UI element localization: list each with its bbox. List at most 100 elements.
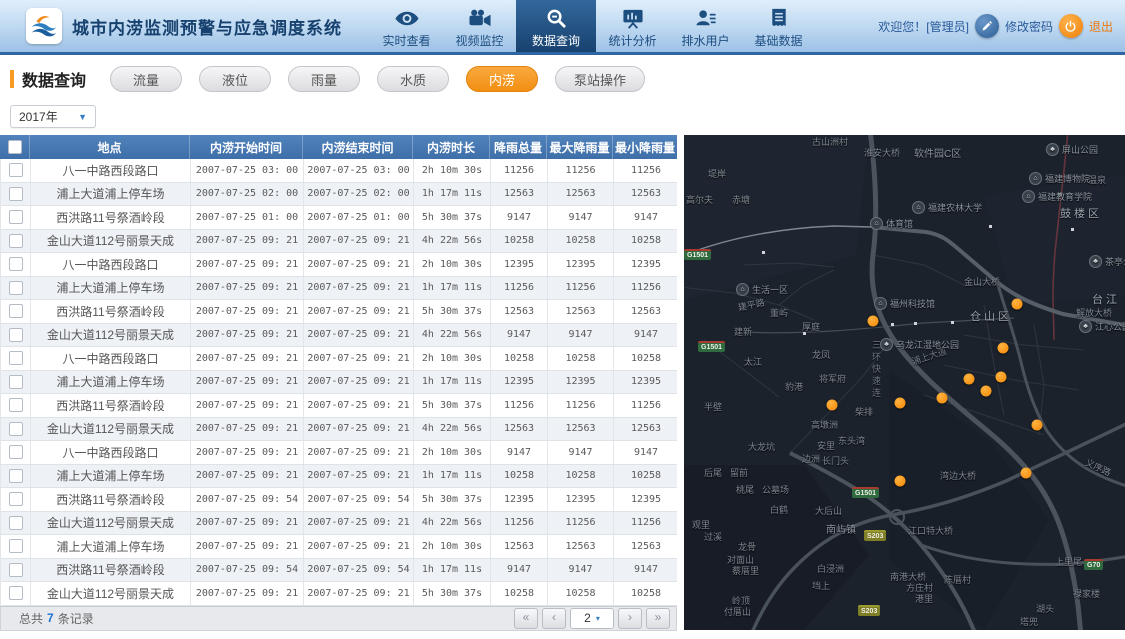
table-row[interactable]: 浦上大道浦上停车场 2007-07-25 09: 21 2007-07-25 0… (1, 464, 677, 488)
row-checkbox[interactable] (8, 210, 23, 225)
flood-point-marker[interactable] (936, 392, 948, 404)
cell-rain-min: 11256 (630, 517, 662, 529)
tab-rainfall[interactable]: 雨量 (288, 66, 361, 92)
map-place-label: 留前 (730, 468, 749, 478)
tab-water-quality[interactable]: 水质 (377, 66, 450, 92)
cell-start-time: 2007-07-25 02: 00 (191, 182, 304, 205)
table-row[interactable]: 金山大道112号丽景天成 2007-07-25 09: 21 2007-07-2… (1, 229, 677, 253)
map-panel[interactable]: 古山洲村 淮安大桥 软件园C区 堤岸 温泉 高尔夫 赤塘 鼓楼区 金山大桥 台江 解放大桥 建平路 董屿… (684, 135, 1125, 630)
nav-item-realtime[interactable]: 实时查看 (370, 0, 443, 52)
table-row[interactable]: 八一中路西段路口 2007-07-25 09: 21 2007-07-25 09… (1, 441, 677, 465)
flood-point-marker[interactable] (980, 385, 992, 397)
table-row[interactable]: 金山大道112号丽景天成 2007-07-25 09: 21 2007-07-2… (1, 582, 677, 606)
cell-rain-max: 12395 (548, 488, 614, 511)
tab-level[interactable]: 液位 (199, 66, 272, 92)
table-row[interactable]: 西洪路11号祭酒岭段 2007-07-25 09: 54 2007-07-25 … (1, 488, 677, 512)
cell-location: 金山大道112号丽景天成 (31, 323, 191, 346)
row-checkbox[interactable] (8, 398, 23, 413)
flood-point-marker[interactable] (1020, 467, 1032, 479)
row-checkbox[interactable] (8, 539, 23, 554)
row-checkbox[interactable] (8, 304, 23, 319)
map-place-label: 堤岸 (708, 169, 727, 179)
change-password-link[interactable]: 修改密码 (1005, 18, 1053, 35)
table-row[interactable]: 浦上大道浦上停车场 2007-07-25 09: 21 2007-07-25 0… (1, 370, 677, 394)
tab-pump-station[interactable]: 泵站操作 (555, 66, 646, 92)
cell-rain-total: 12563 (491, 300, 548, 323)
row-checkbox[interactable] (8, 492, 23, 507)
nav-label: 排水用户 (681, 33, 730, 48)
flood-point-marker[interactable] (1011, 298, 1023, 310)
row-checkbox[interactable] (8, 163, 23, 178)
flood-point-marker[interactable] (995, 371, 1007, 383)
flood-point-marker[interactable] (894, 475, 906, 487)
cell-duration: 1h 17m 11s (414, 276, 491, 299)
table-row[interactable]: 金山大道112号丽景天成 2007-07-25 09: 21 2007-07-2… (1, 323, 677, 347)
next-page-button[interactable]: › (618, 607, 642, 629)
select-all-checkbox[interactable] (7, 140, 22, 154)
table-row[interactable]: 西洪路11号祭酒岭段 2007-07-25 09: 54 2007-07-25 … (1, 558, 677, 582)
flood-point-marker[interactable] (867, 315, 879, 327)
row-checkbox[interactable] (8, 468, 23, 483)
cell-end-time: 2007-07-25 09: 21 (304, 582, 414, 605)
row-checkbox[interactable] (8, 280, 23, 295)
cell-rain-min: 10258 (630, 587, 662, 599)
last-page-button[interactable]: » (646, 607, 670, 629)
cell-end-time: 2007-07-25 09: 21 (304, 511, 414, 534)
cell-duration: 2h 10m 30s (414, 253, 491, 276)
row-checkbox[interactable] (8, 327, 23, 342)
row-checkbox[interactable] (8, 562, 23, 577)
table-row[interactable]: 八一中路西段路口 2007-07-25 09: 21 2007-07-25 09… (1, 253, 677, 277)
row-checkbox[interactable] (8, 257, 23, 272)
nav-item-video[interactable]: 视频监控 (443, 0, 516, 52)
row-checkbox[interactable] (8, 421, 23, 436)
row-checkbox[interactable] (8, 351, 23, 366)
nav-item-base-data[interactable]: 基础数据 (742, 0, 815, 52)
row-checkbox[interactable] (8, 445, 23, 460)
table-row[interactable]: 浦上大道浦上停车场 2007-07-25 09: 21 2007-07-25 0… (1, 535, 677, 559)
row-checkbox[interactable] (8, 233, 23, 248)
first-page-button[interactable]: « (514, 607, 538, 629)
prev-page-button[interactable]: ‹ (542, 607, 566, 629)
table-row[interactable]: 西洪路11号祭酒岭段 2007-07-25 01: 00 2007-07-25 … (1, 206, 677, 230)
table-row[interactable]: 金山大道112号丽景天成 2007-07-25 09: 21 2007-07-2… (1, 417, 677, 441)
cell-start-time: 2007-07-25 09: 21 (191, 394, 304, 417)
table-row[interactable]: 西洪路11号祭酒岭段 2007-07-25 09: 21 2007-07-25 … (1, 394, 677, 418)
nav-item-data-query[interactable]: 数据查询 (516, 0, 596, 52)
tab-flow[interactable]: 流量 (110, 66, 183, 92)
flood-point-marker[interactable] (826, 399, 838, 411)
nav-item-statistics[interactable]: 统计分析 (596, 0, 669, 52)
nav-label: 数据查询 (531, 33, 580, 48)
table-row[interactable]: 八一中路西段路口 2007-07-25 09: 21 2007-07-25 09… (1, 347, 677, 371)
power-icon[interactable] (1058, 14, 1083, 38)
page-select[interactable]: 2 ▾ (570, 607, 614, 629)
table-row[interactable]: 浦上大道浦上停车场 2007-07-25 02: 00 2007-07-25 0… (1, 182, 677, 206)
map-place-label: 金山大桥 (964, 277, 1001, 287)
flood-point-marker[interactable] (997, 342, 1009, 354)
table-row[interactable]: 金山大道112号丽景天成 2007-07-25 09: 21 2007-07-2… (1, 511, 677, 535)
logout-link[interactable]: 退出 (1089, 18, 1113, 35)
tab-waterlogging[interactable]: 内涝 (466, 66, 539, 92)
row-checkbox[interactable] (8, 515, 23, 530)
poi-icon: ⌂ (1022, 190, 1035, 203)
map-place-label: 仓山区 (970, 311, 1012, 323)
table-row[interactable]: 浦上大道浦上停车场 2007-07-25 09: 21 2007-07-25 0… (1, 276, 677, 300)
search-icon (544, 4, 568, 30)
cell-rain-min: 9147 (633, 329, 659, 341)
row-checkbox[interactable] (8, 586, 23, 601)
eye-icon (393, 4, 421, 30)
row-checkbox[interactable] (8, 374, 23, 389)
flood-point-marker[interactable] (894, 397, 906, 409)
map-place-label: 大后山 (815, 506, 843, 516)
flood-point-marker[interactable] (963, 373, 975, 385)
edit-pencil-icon[interactable] (974, 14, 999, 38)
poi-label: 乌龙江湿地公园 (896, 340, 960, 350)
year-select[interactable]: 2017年 ▼ (10, 105, 96, 128)
cell-duration: 4h 22m 56s (414, 417, 491, 440)
cell-rain-min: 9147 (633, 564, 659, 576)
flood-point-marker[interactable] (1031, 419, 1043, 431)
map-place-label: 公墓场 (762, 485, 790, 495)
nav-item-drainage-users[interactable]: 排水用户 (669, 0, 742, 52)
table-row[interactable]: 八一中路西段路口 2007-07-25 03: 00 2007-07-25 03… (1, 159, 677, 183)
row-checkbox[interactable] (8, 186, 23, 201)
table-row[interactable]: 西洪路11号祭酒岭段 2007-07-25 09: 21 2007-07-25 … (1, 300, 677, 324)
